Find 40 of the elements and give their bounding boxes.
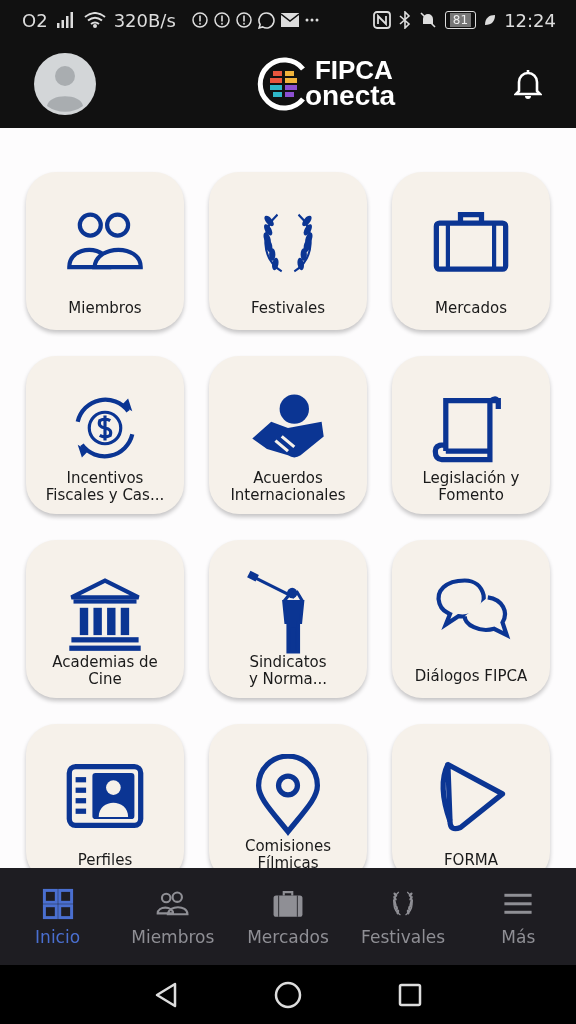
clock-text: 12:24 <box>504 9 556 31</box>
menu-tile[interactable]: Comisiones Fílmicas <box>209 724 367 868</box>
menu-tile[interactable]: Academias de Cine <box>26 540 184 698</box>
alert-icon <box>191 12 208 28</box>
network-speed-text: 320B/s <box>113 9 176 31</box>
signal-icon <box>55 12 76 28</box>
nav-tab[interactable]: Mercados <box>232 886 343 947</box>
menu-tile[interactable]: Mercados <box>392 172 550 330</box>
battery-icon: 81 <box>444 11 477 29</box>
avatar-icon[interactable] <box>34 53 96 115</box>
menu-tile[interactable]: Acuerdos Internacionales <box>209 356 367 514</box>
menu-tile[interactable]: Legislación y Fomento <box>392 356 550 514</box>
wifi-icon <box>83 12 106 28</box>
menu-tile[interactable]: FORMA <box>392 724 550 868</box>
more-icon <box>304 18 319 22</box>
menu-tile[interactable]: Sindicatos y Norma... <box>209 540 367 698</box>
carrier-text: O2 <box>22 9 48 31</box>
recents-icon[interactable] <box>398 982 422 1007</box>
chat-icon <box>257 11 275 29</box>
leaf-icon <box>484 14 497 26</box>
nav-tab[interactable]: Más <box>463 886 574 947</box>
menu-tile[interactable]: Festivales <box>209 172 367 330</box>
alert-icon <box>235 12 252 28</box>
logo-text: onecta <box>304 83 396 110</box>
menu-tile[interactable]: Miembros <box>26 172 184 330</box>
nav-tab[interactable]: Festivales <box>348 886 459 947</box>
bell-off-icon <box>418 11 437 29</box>
bluetooth-icon <box>398 11 411 29</box>
nav-tab[interactable]: Miembros <box>117 886 228 947</box>
logo-text: FIPCA <box>314 58 394 84</box>
back-icon[interactable] <box>154 981 178 1008</box>
menu-tile[interactable]: Perfiles <box>26 724 184 868</box>
menu-tile[interactable]: Incentivos Fiscales y Cas... <box>26 356 184 514</box>
alert-icon <box>213 12 230 28</box>
menu-tile[interactable]: Diálogos FIPCA <box>392 540 550 698</box>
home-icon[interactable] <box>274 980 302 1009</box>
nfc-icon <box>372 11 391 29</box>
nav-tab[interactable]: Inicio <box>2 886 113 947</box>
mail-icon <box>280 13 299 27</box>
bell-icon[interactable] <box>514 69 542 99</box>
